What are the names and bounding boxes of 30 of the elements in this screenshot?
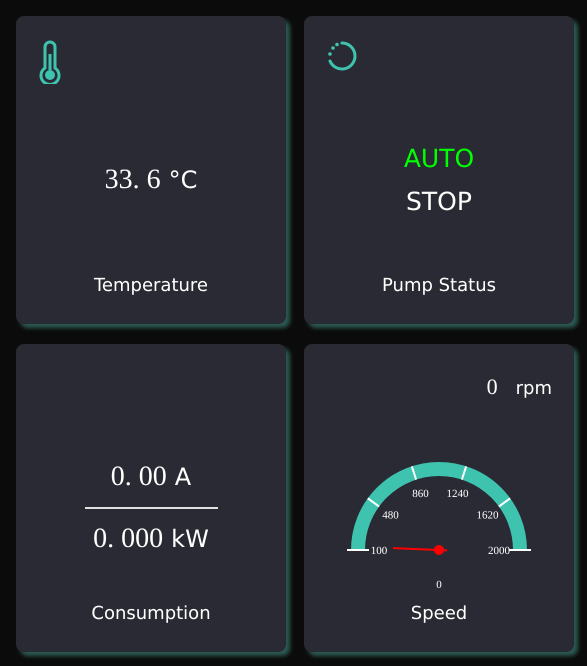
gauge-reading: 0 xyxy=(436,578,442,588)
tick-label: 1240 xyxy=(446,487,469,500)
mode-status: AUTO xyxy=(404,144,474,172)
tick-mark xyxy=(347,548,369,550)
power-value: 0. 000 xyxy=(93,522,164,554)
tick-label: 1620 xyxy=(476,509,499,522)
speed-value: 0 xyxy=(486,374,498,400)
temperature-value: 33. 6 xyxy=(104,164,161,196)
card-title: Consumption xyxy=(91,603,211,624)
thermometer-icon xyxy=(38,40,62,84)
tick-mark xyxy=(460,466,468,480)
tick-mark xyxy=(509,548,531,550)
tick-mark xyxy=(410,466,418,480)
card-title: Pump Status xyxy=(382,275,496,296)
card-title: Temperature xyxy=(94,275,208,296)
temperature-unit: °C xyxy=(168,166,198,194)
current-value: 0. 00 xyxy=(110,460,167,492)
tick-mark xyxy=(498,496,511,507)
tick-label: 2000 xyxy=(488,544,510,556)
gauge-needle xyxy=(393,544,448,554)
speed-unit: rpm xyxy=(516,378,552,399)
tick-mark xyxy=(367,496,380,507)
power-unit: kW xyxy=(171,524,209,552)
tick-label: 860 xyxy=(412,487,429,500)
tick-label: 100 xyxy=(370,544,388,556)
spinner-icon xyxy=(326,40,358,72)
pump-state: STOP xyxy=(406,186,472,216)
card-title: Speed xyxy=(410,603,468,624)
current-unit: A xyxy=(174,462,192,490)
tick-label: 480 xyxy=(382,509,399,522)
